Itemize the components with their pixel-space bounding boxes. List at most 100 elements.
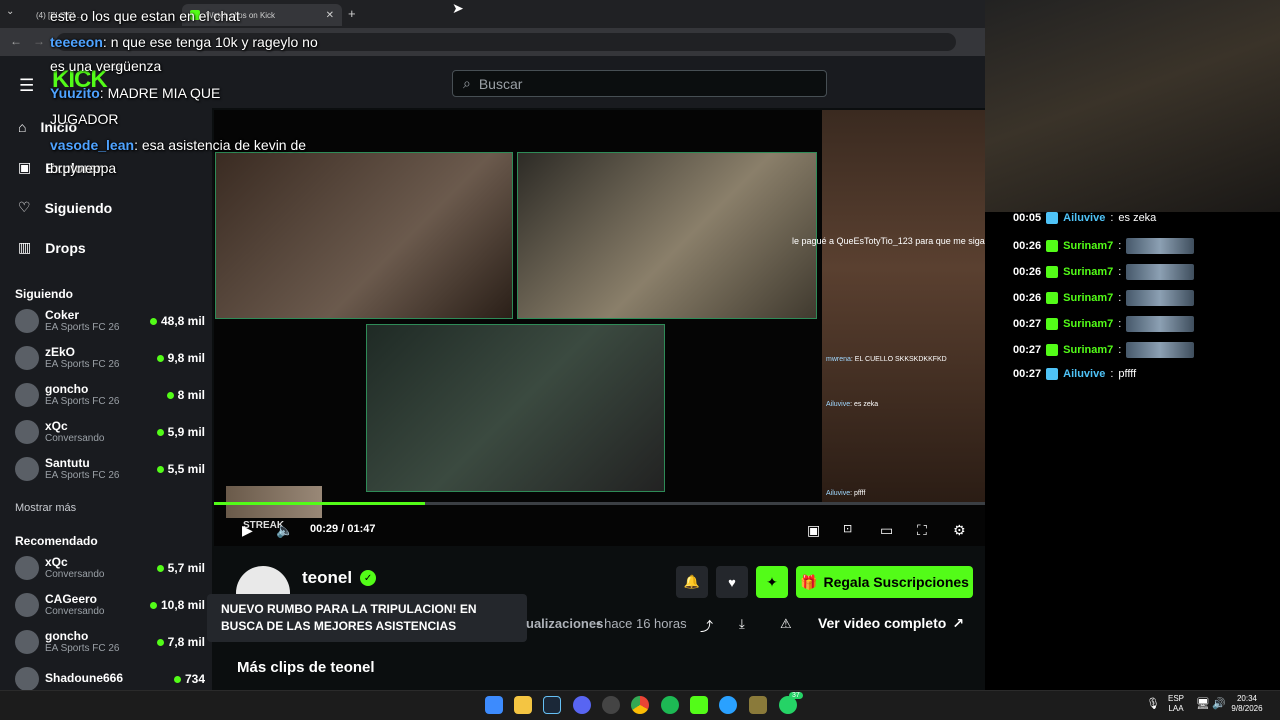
network-icon[interactable]: 🖥 (1196, 697, 1210, 710)
speaker-icon[interactable]: 🔊 (1212, 697, 1226, 710)
chat-timestamp: 00:26 (1013, 266, 1042, 278)
chat-colon: : (1118, 318, 1122, 330)
sub-badge-icon (1046, 344, 1059, 356)
stream-chat-line: mwrena: EL CUELLO SKKSKDKKFKD (826, 356, 947, 363)
chat-text: EL CUELLO SKKSKDKKFKD (854, 356, 947, 363)
live-dot-icon (156, 564, 164, 572)
avatar (15, 630, 39, 654)
time-display: 00:29 / 01:47 (310, 523, 375, 535)
play-icon[interactable]: ▶ (242, 522, 253, 539)
language-indicator[interactable]: ESP LAA (1168, 694, 1184, 714)
download-icon[interactable]: ⤓ (739, 616, 745, 632)
menu-icon[interactable]: ☰ (19, 76, 34, 96)
stream-chat-line: le pagué a QueEsTotyTio_123 para que me … (792, 236, 985, 246)
viewer-count-text: 48,8 mil (160, 314, 205, 328)
app-icon[interactable] (749, 696, 767, 714)
discord-icon[interactable] (573, 696, 591, 714)
channel-info: xQc Conversando (45, 419, 157, 444)
search-input[interactable]: ⌕ Buscar (452, 70, 827, 97)
channel-category: EA Sports FC 26 (45, 470, 120, 482)
obs-icon[interactable] (602, 696, 620, 714)
mic-icon[interactable]: 🎙 (1146, 697, 1160, 710)
chat-text: es zeka (1118, 212, 1157, 224)
fullscreen-icon[interactable]: ⛶ (917, 522, 927, 539)
start-icon[interactable] (485, 696, 503, 714)
overlay-chat-line: es una vergüenza (50, 58, 161, 74)
overlay-chat-text: JUGADOR (50, 111, 119, 127)
sidebar-channel[interactable]: goncho EA Sports FC 26 8 mil (15, 378, 205, 412)
time-ago: • hace 16 horas (596, 616, 687, 631)
clock-date: 9/8/2026 (1231, 704, 1263, 713)
forward-icon[interactable]: → (33, 34, 45, 48)
right-chat-line: 00:26 Surinam7: (1013, 290, 1195, 306)
chat-user: Ailuvive (826, 490, 851, 497)
recommended-title: Recomendado (15, 534, 98, 548)
live-dot-icon (173, 675, 181, 683)
clock[interactable]: 20:34 9/8/2026 (1230, 694, 1264, 714)
ccleaner-icon[interactable] (719, 696, 737, 714)
channel-info: goncho EA Sports FC 26 (45, 382, 167, 407)
sidebar-channel[interactable]: xQc Conversando 5,7 mil (15, 551, 205, 585)
file-explorer-icon[interactable] (514, 696, 532, 714)
follow-button[interactable]: ♥ (716, 566, 748, 598)
overlay-chat-line: Yuuzito: MADRE MIA QUE (50, 85, 220, 101)
chat-timestamp: 00:27 (1013, 368, 1042, 380)
sidebar-channel[interactable]: xQc Conversando 5,9 mil (15, 415, 205, 449)
chat-colon: : (1118, 292, 1122, 304)
chat-timestamp: 00:05 (1013, 212, 1042, 224)
overlay-chat-text: bruyneрра (50, 160, 117, 176)
chat-colon: : (1110, 212, 1114, 224)
chat-colon: : (1118, 266, 1122, 278)
overlay-chat-user: Yuuzito (50, 85, 100, 101)
sub-badge-icon (1046, 292, 1059, 304)
boost-button[interactable]: ✦ (756, 566, 788, 598)
captions-icon[interactable]: ⊡ (843, 522, 852, 535)
channel-name[interactable]: teonel ✓ (302, 568, 377, 588)
channel-name: goncho (45, 628, 89, 643)
share-icon[interactable]: ⤴ (700, 616, 713, 635)
new-tab-button[interactable]: + (348, 6, 356, 21)
theater-icon[interactable]: ▭ (880, 522, 893, 539)
live-dot-icon (156, 638, 164, 646)
show-more-link[interactable]: Mostrar más (15, 502, 76, 514)
chrome-icon[interactable] (631, 696, 649, 714)
webcam-feed (517, 152, 817, 319)
channel-name: Shadoune666 (45, 671, 124, 686)
verified-icon: ✓ (360, 570, 377, 586)
sidebar-channel[interactable]: CAGeero Conversando 10,8 mil (15, 588, 205, 622)
steam-icon[interactable] (543, 696, 561, 714)
right-chat-line: 00:27 Ailuvive: pffff (1013, 368, 1136, 380)
notify-button[interactable]: 🔔 (676, 566, 708, 598)
pip-icon[interactable]: ▣ (807, 522, 820, 539)
avatar (15, 420, 39, 444)
avatar (15, 667, 39, 691)
report-icon[interactable]: ⚠ (780, 616, 792, 632)
sidebar-channel[interactable]: zEkO EA Sports FC 26 9,8 mil (15, 341, 205, 375)
back-icon[interactable]: ← (10, 34, 22, 48)
sidebar-channel[interactable]: goncho EA Sports FC 26 7,8 mil (15, 625, 205, 659)
nav-siguiendo[interactable]: ♡ Siguiendo (18, 199, 112, 216)
close-tab-icon[interactable]: ✕ (326, 10, 334, 21)
viewer-count-text: 734 (184, 672, 205, 686)
avatar (15, 346, 39, 370)
streamer-webcam (985, 0, 1280, 212)
nav-drops[interactable]: ▥ Drops (18, 239, 86, 256)
sidebar-channel[interactable]: Coker EA Sports FC 26 48,8 mil (15, 304, 205, 338)
chat-colon: : (1118, 344, 1122, 356)
volume-icon[interactable]: 🔈 (276, 522, 293, 539)
total-time: 01:47 (347, 523, 376, 535)
overlay-chat-colon: : (102, 34, 111, 50)
chat-text: pffff (1118, 368, 1137, 380)
kick-app-icon[interactable] (690, 696, 708, 714)
sub-badge-icon (1046, 212, 1059, 224)
sidebar-channel[interactable]: Santutu EA Sports FC 26 5,5 mil (15, 452, 205, 486)
viewer-count: 8 mil (166, 388, 205, 402)
spotify-icon[interactable] (661, 696, 679, 714)
nav-label: Drops (45, 239, 86, 256)
full-video-button[interactable]: Ver video completo ↗ (809, 608, 973, 638)
settings-icon[interactable]: ⚙ (953, 522, 966, 539)
gift-subs-button[interactable]: 🎁 Regala Suscripciones (796, 566, 973, 598)
viewer-count: 5,5 mil (156, 462, 205, 476)
external-link-icon: ↗ (952, 614, 965, 631)
tab-list-icon[interactable]: ⌄ (6, 6, 14, 17)
